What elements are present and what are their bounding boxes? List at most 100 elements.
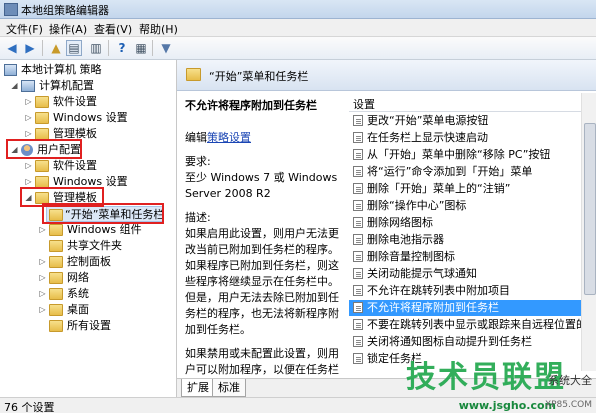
- tree-item-label: 网络: [67, 271, 89, 284]
- list-item-label: 删除网络图标: [367, 216, 433, 229]
- setting-description: 不允许将程序附加到任务栏 编辑策略设置 要求: 至少 Windows 7 或 W…: [185, 98, 345, 397]
- list-item[interactable]: 从「开始」菜单中删除“移除 PC”按钮: [349, 147, 581, 163]
- tree-item-computer-config[interactable]: ◢ 计算机配置: [10, 78, 175, 94]
- show-tree-icon[interactable]: ▤: [66, 40, 82, 56]
- list-item[interactable]: 删除「开始」菜单上的“注销”: [349, 181, 581, 197]
- title-bar: 本地组策略编辑器: [0, 0, 596, 19]
- tree-item-system[interactable]: ▷ 系统: [38, 286, 174, 302]
- list-item-label: 不要在跳转列表中显示或跟踪来自远程位置的项目: [367, 318, 581, 331]
- up-folder-icon[interactable]: ▲: [48, 40, 64, 56]
- folder-icon: [49, 240, 63, 252]
- gpedit-app-icon: [4, 3, 18, 16]
- list-item[interactable]: 不要在跳转列表中显示或跟踪来自远程位置的项目: [349, 317, 581, 333]
- filter-icon[interactable]: ▼: [158, 40, 174, 56]
- menu-file[interactable]: 文件(F): [6, 21, 43, 37]
- tree-item-network[interactable]: ▷ 网络: [38, 270, 174, 286]
- policy-setting-icon: [353, 200, 363, 211]
- help-icon[interactable]: ?: [114, 40, 130, 56]
- watermark-text: 技术员联盟: [406, 360, 566, 395]
- policy-setting-icon: [353, 319, 363, 330]
- tree-item-label: Windows 组件: [67, 223, 142, 236]
- policy-setting-icon: [353, 353, 363, 364]
- tree-item-local-policy[interactable]: 本地计算机 策略: [2, 62, 172, 78]
- tree-item-label: 本地计算机 策略: [21, 63, 102, 76]
- menu-view[interactable]: 查看(V): [94, 21, 132, 37]
- expand-arrow-icon[interactable]: ▷: [38, 254, 47, 270]
- tree-item-all-settings[interactable]: 所有设置: [38, 318, 174, 334]
- tab-extended[interactable]: 扩展: [181, 379, 215, 397]
- toolbar: ◀ ▶ ▲ ▤ ▥ ? ▦ ▼: [0, 37, 596, 60]
- folder-icon: [49, 304, 63, 316]
- list-item[interactable]: 删除网络图标: [349, 215, 581, 231]
- tree-item-windows-components[interactable]: ▷ Windows 组件: [38, 222, 174, 238]
- list-item-label: 删除“操作中心”图标: [367, 199, 467, 212]
- expand-arrow-icon[interactable]: ▷: [24, 158, 33, 174]
- tree-item-label: Windows 设置: [53, 111, 128, 124]
- list-item[interactable]: 关闭动能提示气球通知: [349, 266, 581, 282]
- expand-arrow-icon[interactable]: ▷: [24, 110, 33, 126]
- list-item-label: 将“运行”命令添加到「开始」菜单: [367, 165, 533, 178]
- tree-item-desktop[interactable]: ▷ 桌面: [38, 302, 174, 318]
- list-item-label: 在任务栏上显示快速启动: [367, 131, 488, 144]
- tree-item-control-panel[interactable]: ▷ 控制面板: [38, 254, 174, 270]
- tree-item-label: 软件设置: [53, 95, 97, 108]
- tree-item-label: 所有设置: [67, 319, 111, 332]
- requirements-text: 至少 Windows 7 或 Windows Server 2008 R2: [185, 171, 338, 200]
- list-item-label: 删除电池指示器: [367, 233, 444, 246]
- details-title: “开始”菜单和任务栏: [209, 70, 309, 83]
- list-item[interactable]: 将“运行”命令添加到「开始」菜单: [349, 164, 581, 180]
- collapse-arrow-icon[interactable]: ◢: [10, 78, 19, 94]
- computer-icon: [21, 80, 35, 92]
- list-item[interactable]: 删除“操作中心”图标: [349, 198, 581, 214]
- column-header-setting[interactable]: 设置: [349, 93, 581, 112]
- expand-arrow-icon[interactable]: ▷: [38, 270, 47, 286]
- properties-icon[interactable]: ▦: [133, 40, 149, 56]
- policy-setting-icon: [353, 183, 363, 194]
- list-item-label: 删除「开始」菜单上的“注销”: [367, 182, 511, 195]
- list-item[interactable]: 删除音量控制图标: [349, 249, 581, 265]
- toolbar-separator: [42, 40, 43, 56]
- tree-pane: 本地计算机 策略 ◢ 计算机配置 ▷ 软件设置 ▷ Windows 设置 ▷ 管…: [0, 60, 177, 397]
- policy-setting-icon: [353, 115, 363, 126]
- expand-arrow-icon[interactable]: ▷: [38, 302, 47, 318]
- setting-heading: 不允许将程序附加到任务栏: [185, 99, 317, 112]
- list-item[interactable]: 不允许将程序附加到任务栏: [349, 300, 581, 316]
- list-item-label: 从「开始」菜单中删除“移除 PC”按钮: [367, 148, 551, 161]
- list-item-label: 不允许在跳转列表中附加项目: [367, 284, 510, 297]
- tree-item-shared-folders[interactable]: 共享文件夹: [38, 238, 174, 254]
- tree-item-windows-settings[interactable]: ▷ Windows 设置: [24, 110, 174, 126]
- vertical-scrollbar[interactable]: [581, 93, 596, 371]
- back-arrow-icon[interactable]: ◀: [4, 40, 20, 56]
- expand-arrow-icon[interactable]: ▷: [38, 286, 47, 302]
- expand-arrow-icon[interactable]: ▷: [24, 94, 33, 110]
- policy-setting-icon: [353, 302, 363, 313]
- list-item[interactable]: 关闭将通知图标自动提升到任务栏: [349, 334, 581, 350]
- tree-item-software-settings[interactable]: ▷ 软件设置: [24, 94, 174, 110]
- edit-policy-link[interactable]: 策略设置: [207, 131, 251, 144]
- list-item-label: 关闭动能提示气球通知: [367, 267, 477, 280]
- requirements-label: 要求:: [185, 155, 211, 168]
- folder-icon: [49, 272, 63, 284]
- folder-icon: [49, 288, 63, 300]
- policy-setting-icon: [353, 234, 363, 245]
- menu-action[interactable]: 操作(A): [49, 21, 87, 37]
- policy-setting-icon: [353, 149, 363, 160]
- tab-standard[interactable]: 标准: [212, 379, 246, 397]
- menu-help[interactable]: 帮助(H): [139, 21, 178, 37]
- scrollbar-thumb[interactable]: [584, 123, 596, 295]
- list-item[interactable]: 不允许在跳转列表中附加项目: [349, 283, 581, 299]
- show-hide-icon[interactable]: ▥: [88, 40, 104, 56]
- details-pane: “开始”菜单和任务栏 不允许将程序附加到任务栏 编辑策略设置 要求: 至少 Wi…: [177, 60, 596, 397]
- description-label: 描述:: [185, 211, 211, 224]
- window-title: 本地组策略编辑器: [21, 4, 109, 17]
- forward-arrow-icon[interactable]: ▶: [22, 40, 38, 56]
- policy-setting-icon: [353, 268, 363, 279]
- list-item[interactable]: 在任务栏上显示快速启动: [349, 130, 581, 146]
- tree-item-software-settings[interactable]: ▷ 软件设置: [24, 158, 174, 174]
- list-item[interactable]: 删除电池指示器: [349, 232, 581, 248]
- expand-arrow-icon[interactable]: ▷: [38, 222, 47, 238]
- tree-item-label: 系统: [67, 287, 89, 300]
- edit-prefix: 编辑: [185, 131, 207, 144]
- list-item[interactable]: 更改“开始”菜单电源按钮: [349, 113, 581, 129]
- list-item-label: 关闭将通知图标自动提升到任务栏: [367, 335, 532, 348]
